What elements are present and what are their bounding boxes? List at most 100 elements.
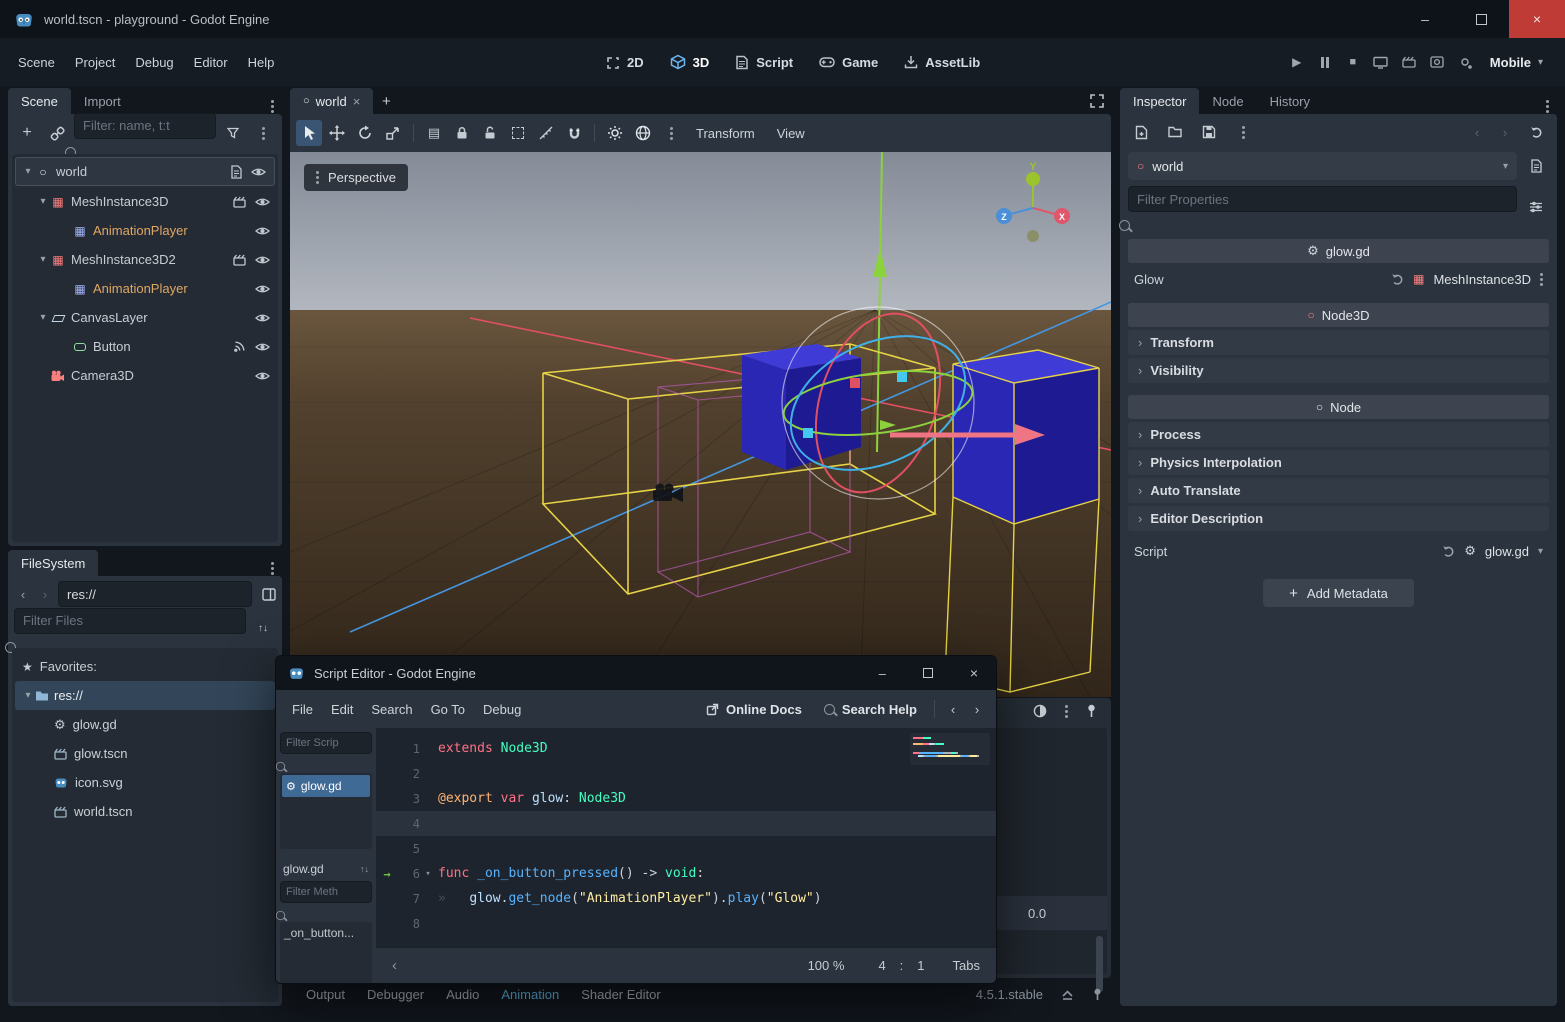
menu-help[interactable]: Help [238,38,285,86]
transform-menu[interactable]: Transform [686,114,765,152]
visibility-eye-icon[interactable] [255,312,270,324]
online-docs-button[interactable]: Online Docs [696,702,812,717]
tab-close-icon[interactable]: × [353,94,361,109]
script-window-titlebar[interactable]: Script Editor - Godot Engine – × [276,656,996,690]
zoom-level[interactable]: 100 % [808,958,845,973]
scene-tab-world[interactable]: ○ world × [290,88,373,114]
pin-icon[interactable] [1092,988,1103,1001]
window-close-button[interactable]: × [1509,0,1565,38]
tab-history[interactable]: History [1257,88,1323,114]
menu-debug[interactable]: Debug [475,690,529,728]
stop-button[interactable]: ■ [1340,49,1366,75]
code-minimap[interactable] [910,733,990,765]
mode-assetlib[interactable]: AssetLib [891,38,993,86]
script-forward-button[interactable]: › [966,696,988,722]
snap-button[interactable] [561,120,587,146]
box-select-button[interactable]: ▤ [421,120,447,146]
path-input[interactable] [58,581,252,607]
file-row-icon-svg[interactable]: icon.svg [12,768,278,797]
pin-icon[interactable] [1086,704,1097,718]
scene-node-button[interactable]: Button [12,332,278,361]
category-node3d[interactable]: ○ Node3D [1128,303,1549,327]
inspector-back-button[interactable]: ‹ [1467,119,1487,145]
folder-row-res[interactable]: ▾ res:// [15,681,275,710]
filter-type-button[interactable] [220,120,246,146]
add-node-button[interactable]: + [14,120,40,146]
visibility-eye-icon[interactable] [255,283,270,295]
filter-files-input[interactable] [14,608,246,634]
code-editor[interactable]: 1extends Node3D23@export var glow: Node3… [376,728,996,947]
group-process[interactable]: › Process [1128,422,1549,447]
animation-clip-icon[interactable] [233,196,246,208]
tab-debugger[interactable]: Debugger [357,980,434,1008]
collapse-arrow-icon[interactable]: ▾ [36,254,50,265]
sort-icon[interactable]: ↑↓ [360,864,369,874]
file-row-world-tscn[interactable]: world.tscn [12,797,278,826]
visibility-eye-icon[interactable] [255,225,270,237]
tab-scene[interactable]: Scene [8,88,71,114]
visibility-eye-icon[interactable] [255,341,270,353]
menu-goto[interactable]: Go To [423,690,473,728]
group-auto-translate[interactable]: › Auto Translate [1128,478,1549,503]
node-selector[interactable]: ○ world ▾ [1128,152,1517,180]
method-list-item[interactable]: _on_button... [284,926,368,940]
select-tool-button[interactable] [296,120,322,146]
tab-shader-editor[interactable]: Shader Editor [571,980,671,1008]
filter-scripts-input[interactable] [280,732,372,754]
view-menu[interactable]: View [767,114,815,152]
script-list-item-glow[interactable]: ⚙ glow.gd [282,775,370,797]
category-node[interactable]: ○ Node [1128,395,1549,419]
new-scene-tab-button[interactable]: + [373,88,399,114]
window-minimize-button[interactable]: – [865,666,900,681]
dock-menu-icon[interactable] [271,567,274,570]
scene-node-canvaslayer[interactable]: ▾ CanvasLayer [12,303,278,332]
scene-node-meshinstance3d[interactable]: ▾ ▦ MeshInstance3D [12,187,278,216]
mode-3d[interactable]: 3D [657,38,723,86]
property-filter-button[interactable] [1523,194,1549,220]
run-profile-dropdown[interactable]: Mobile ▾ [1480,55,1553,70]
remote-debug-button[interactable] [1368,49,1394,75]
tab-animation[interactable]: Animation [491,980,569,1008]
resource-menu-button[interactable] [1230,119,1256,145]
menu-file[interactable]: File [284,690,321,728]
scene-node-meshinstance3d2[interactable]: ▾ ▦ MeshInstance3D2 [12,245,278,274]
visibility-eye-icon[interactable] [255,370,270,382]
dock-menu-icon[interactable] [271,105,274,108]
window-maximize-button[interactable] [923,668,933,678]
pause-button[interactable] [1312,49,1338,75]
instance-scene-button[interactable] [44,120,70,146]
indent-mode[interactable]: Tabs [953,958,980,973]
inspector-forward-button[interactable]: › [1495,119,1515,145]
mode-game[interactable]: Game [806,38,891,86]
window-close-button[interactable]: × [956,665,984,681]
open-docs-button[interactable] [1523,153,1549,179]
menu-search[interactable]: Search [363,690,420,728]
mode-script[interactable]: Script [722,38,806,86]
rotate-tool-button[interactable] [352,120,378,146]
tab-audio[interactable]: Audio [436,980,489,1008]
render-settings-button[interactable] [1452,49,1478,75]
environment-menu-button[interactable] [658,120,684,146]
collapse-arrow-icon[interactable]: ▾ [36,312,50,323]
load-resource-button[interactable] [1162,119,1188,145]
add-metadata-button[interactable]: + Add Metadata [1263,579,1414,607]
scene-node-world[interactable]: ▾ ○ world [15,157,275,186]
split-dock-button[interactable] [256,581,282,607]
group-physics-interpolation[interactable]: › Physics Interpolation [1128,450,1549,475]
new-resource-button[interactable] [1128,119,1154,145]
distraction-free-icon[interactable] [1089,93,1105,109]
group-editor-description[interactable]: › Editor Description [1128,506,1549,531]
animation-clip-icon[interactable] [233,254,246,266]
revert-icon[interactable] [1391,273,1404,285]
signal-connected-icon[interactable] [233,340,246,353]
movie-writer-button[interactable] [1424,49,1450,75]
favorites-header[interactable]: ★ Favorites: [12,652,278,681]
panel-menu-icon[interactable] [1065,710,1068,713]
group-button[interactable] [505,120,531,146]
scene-filter-input[interactable] [74,113,216,139]
scene-tree-menu-button[interactable] [250,120,276,146]
menu-editor[interactable]: Editor [184,38,238,86]
file-sort-button[interactable]: ↑↓ [250,615,276,641]
tab-filesystem[interactable]: FileSystem [8,550,98,576]
onion-skin-icon[interactable] [1033,704,1047,718]
